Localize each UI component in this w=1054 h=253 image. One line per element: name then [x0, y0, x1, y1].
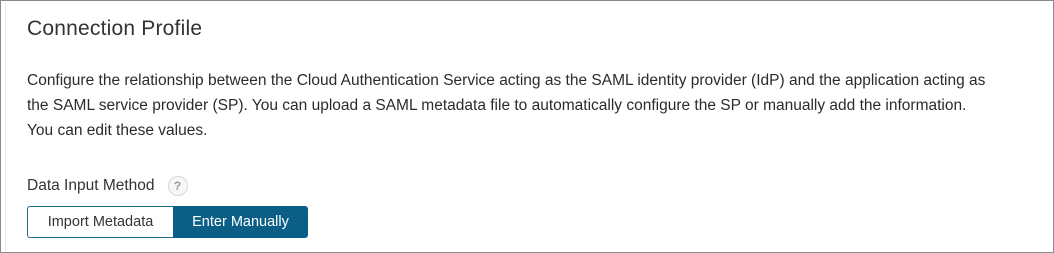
section-title: Connection Profile — [27, 17, 203, 40]
connection-profile-panel: Connection Profile Configure the relatio… — [0, 0, 1054, 253]
enter-manually-button[interactable]: Enter Manually — [173, 206, 308, 238]
import-metadata-button[interactable]: Import Metadata — [27, 206, 173, 238]
help-question-mark-icon[interactable]: ? — [167, 176, 188, 196]
data-input-method-label-row: Data Input Method ? — [27, 175, 188, 197]
section-description: Configure the relationship between the C… — [27, 72, 986, 139]
data-input-method-label: Data Input Method — [27, 177, 155, 194]
data-input-method-toggle: Import Metadata Enter Manually — [27, 206, 308, 238]
panel-left-divider — [5, 3, 6, 251]
